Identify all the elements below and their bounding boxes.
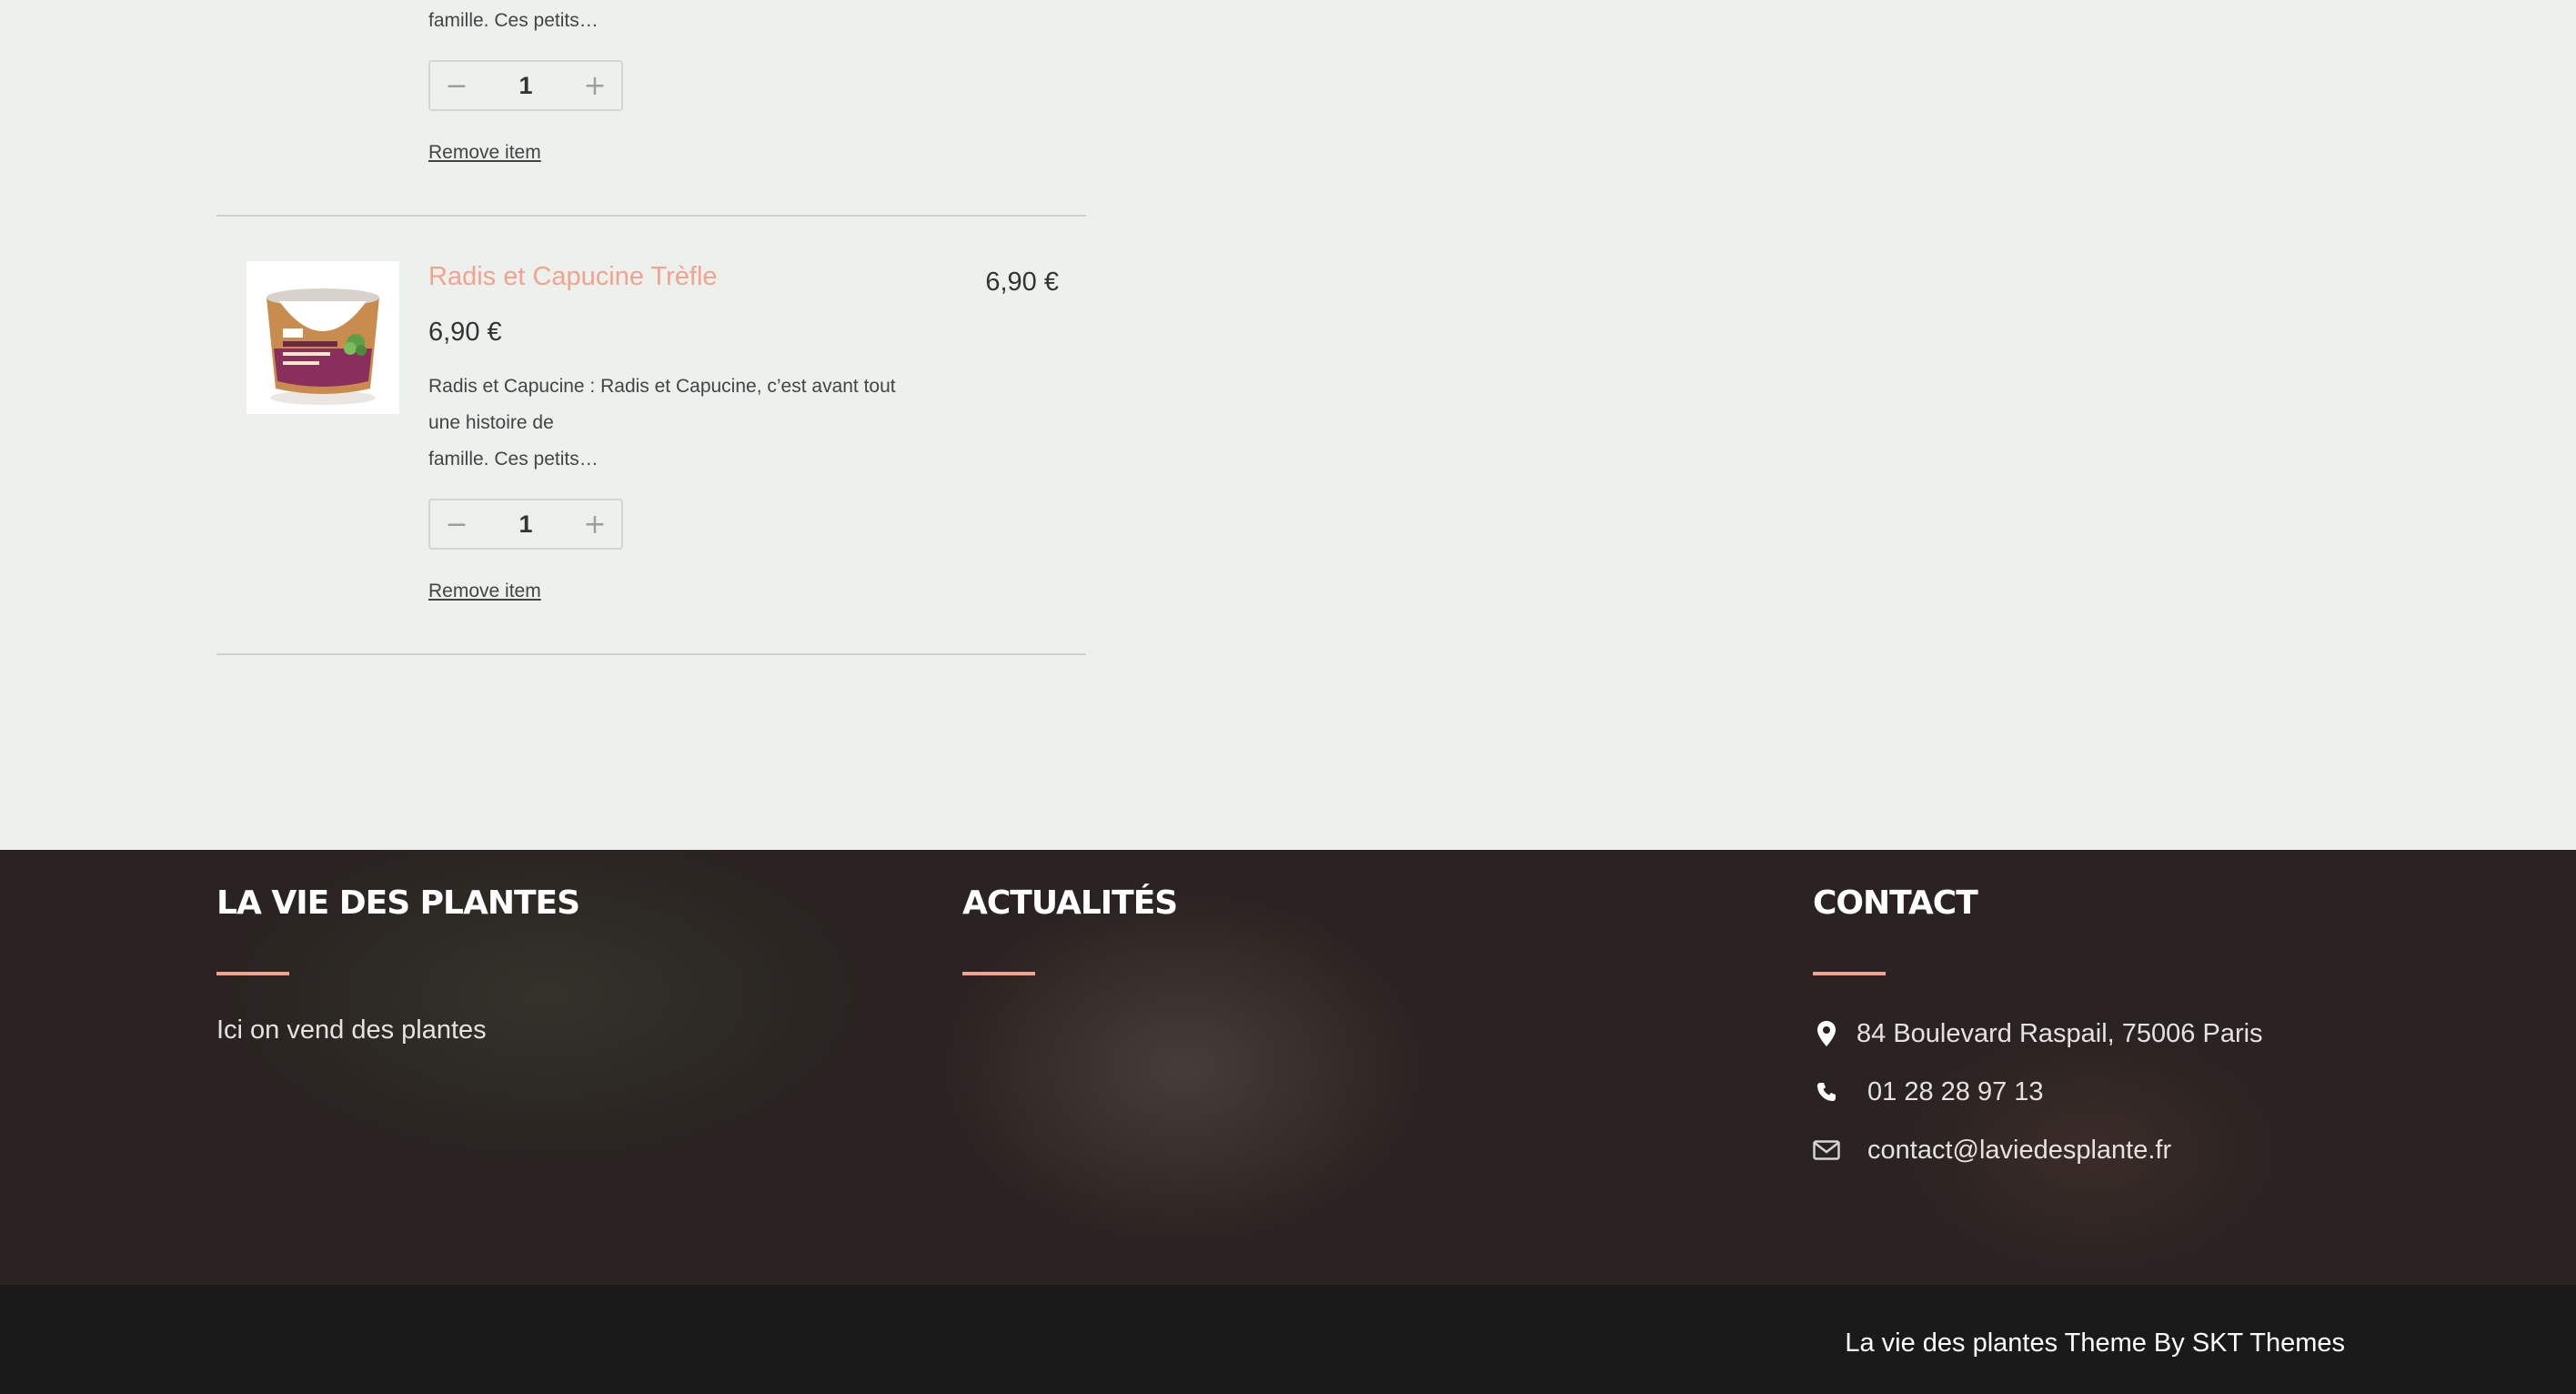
item-description-line: famille. Ces petits… [428, 449, 599, 470]
quantity-stepper: − 1 + [428, 60, 623, 111]
item-description: famille. Ces petits… [428, 3, 901, 39]
phone-icon [1813, 1078, 1840, 1106]
footer-heading: ACTUALITÉS [962, 884, 1178, 922]
copyright-bar: La vie des plantes Theme By SKT Themes [0, 1285, 2576, 1394]
map-pin-icon [1813, 1020, 1840, 1047]
item-description-line: famille. Ces petits… [428, 10, 599, 31]
unit-price: 6,90 € [428, 318, 502, 347]
copyright-text[interactable]: La vie des plantes Theme By SKT Themes [1845, 1328, 2345, 1359]
contact-phone-text: 01 28 28 97 13 [1867, 1076, 2044, 1106]
decrease-quantity-button[interactable]: − [430, 500, 483, 548]
contact-phone: 01 28 28 97 13 [1813, 1074, 2044, 1110]
decrease-quantity-button[interactable]: − [430, 62, 483, 109]
item-description-line: Radis et Capucine : Radis et Capucine, c… [428, 376, 896, 397]
item-description: Radis et Capucine : Radis et Capucine, c… [428, 369, 901, 478]
divider [216, 653, 1086, 655]
contact-email-link[interactable]: contact@laviedesplante.fr [1867, 1136, 2171, 1166]
quantity-value[interactable]: 1 [483, 510, 569, 539]
contact-address: 84 Boulevard Raspail, 75006 Paris [1813, 1015, 2263, 1052]
footer-about-text: Ici on vend des plantes [216, 1015, 487, 1045]
product-image[interactable] [247, 261, 399, 414]
site-footer: LA VIE DES PLANTES Ici on vend des plant… [0, 850, 2576, 1285]
footer-heading-underline [216, 972, 289, 975]
line-total-price: 6,90 € [985, 268, 1059, 297]
item-description-line: une histoire de [428, 412, 554, 433]
quantity-stepper: − 1 + [428, 499, 623, 550]
increase-quantity-button[interactable]: + [569, 500, 621, 548]
footer-heading-underline [962, 972, 1035, 975]
footer-heading: CONTACT [1813, 884, 1978, 922]
remove-item-link[interactable]: Remove item [428, 142, 541, 164]
quantity-value[interactable]: 1 [483, 72, 569, 100]
contact-email: contact@laviedesplante.fr [1813, 1132, 2171, 1168]
product-name-link[interactable]: Radis et Capucine Trèfle [428, 262, 718, 292]
contact-address-text: 84 Boulevard Raspail, 75006 Paris [1857, 1018, 2263, 1048]
divider [216, 215, 1086, 217]
remove-item-link[interactable]: Remove item [428, 581, 541, 602]
page: famille. Ces petits… − 1 + Remove item R… [0, 0, 2576, 1394]
footer-heading: LA VIE DES PLANTES [216, 884, 580, 922]
envelope-icon [1813, 1136, 1840, 1164]
product-pot-image [247, 261, 399, 414]
footer-heading-underline [1813, 972, 1886, 975]
increase-quantity-button[interactable]: + [569, 62, 621, 109]
